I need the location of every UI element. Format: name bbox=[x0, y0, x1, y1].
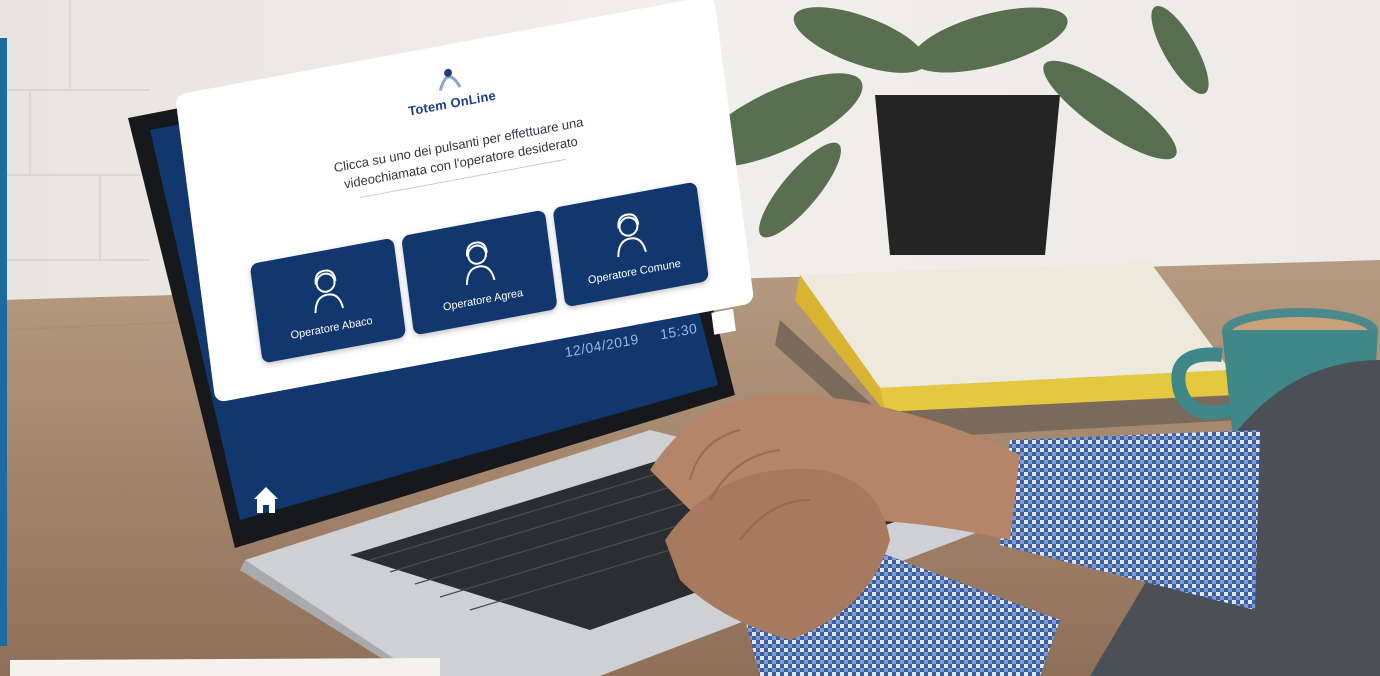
time-text: 15:30 bbox=[659, 319, 699, 343]
operator-comune-label: Operatore Comune bbox=[587, 257, 682, 287]
operator-abaco-label: Operatore Abaco bbox=[289, 314, 374, 342]
logo: Totem OnLine bbox=[388, 52, 514, 133]
operator-abaco-button[interactable]: Operatore Abaco bbox=[249, 237, 407, 364]
accent-bar bbox=[0, 38, 7, 646]
operator-icon bbox=[617, 213, 647, 257]
operator-agrea-button[interactable]: Operatore Agrea bbox=[401, 209, 558, 336]
operator-comune-button[interactable]: Operatore Comune bbox=[552, 181, 710, 308]
operator-icon bbox=[465, 241, 496, 286]
operator-agrea-label: Operatore Agrea bbox=[442, 286, 524, 314]
brand-badge bbox=[711, 308, 736, 335]
logo-mark-icon bbox=[438, 68, 462, 91]
home-icon[interactable] bbox=[253, 485, 279, 515]
date-text: 12/04/2019 bbox=[563, 330, 640, 361]
operator-icon bbox=[314, 269, 345, 314]
